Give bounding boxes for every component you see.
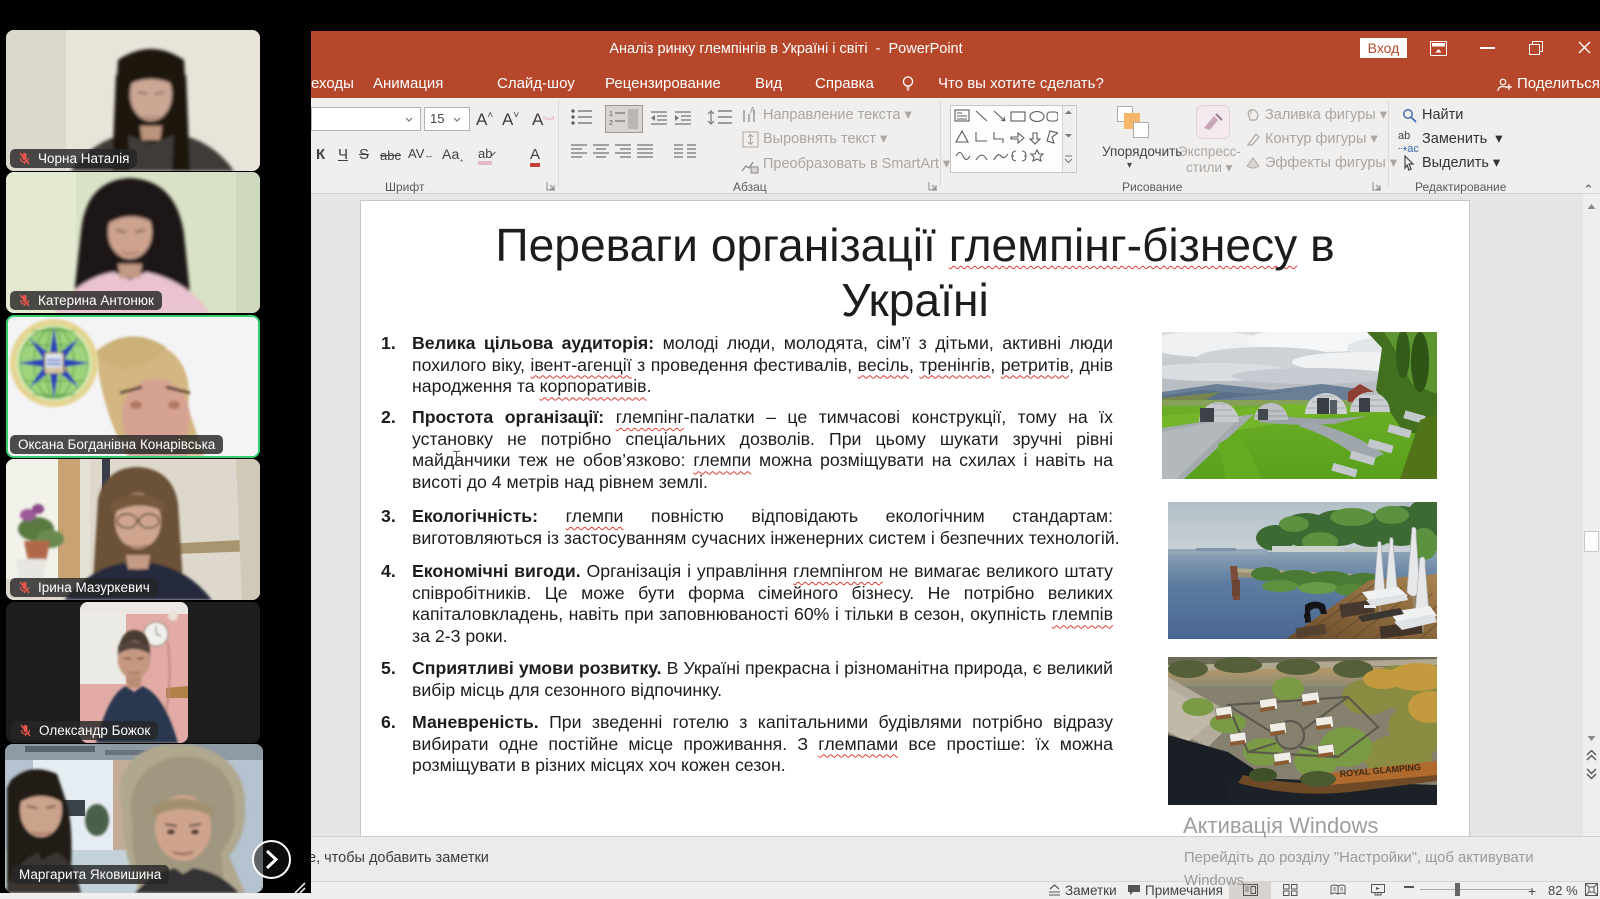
svg-text:2: 2 [609,120,613,127]
svg-text:НУВГП: НУВГП [46,367,68,374]
svg-text:A: A [750,106,756,115]
svg-text:1: 1 [609,111,613,118]
